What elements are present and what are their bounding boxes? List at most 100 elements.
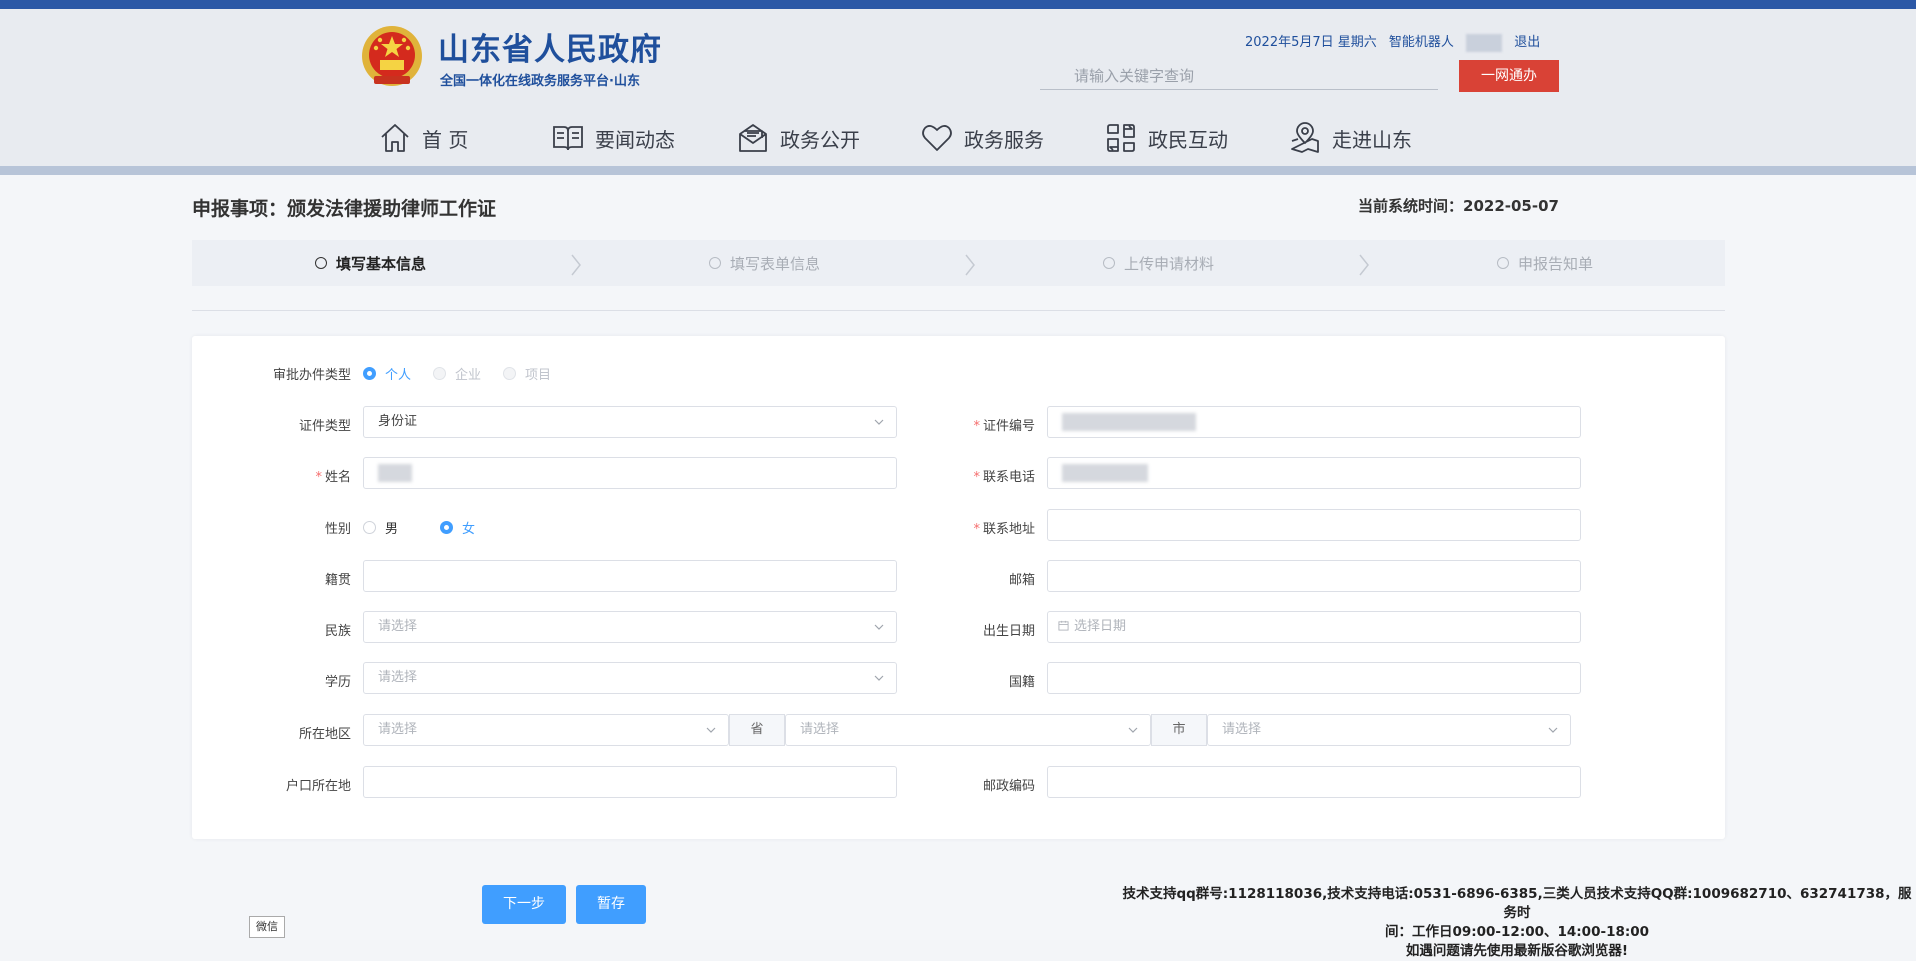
gender-label: 性别 bbox=[324, 522, 351, 537]
radio-dot bbox=[503, 367, 517, 380]
radio-dot bbox=[440, 521, 454, 534]
region-label: 所在地区 bbox=[298, 727, 351, 742]
home-icon bbox=[381, 124, 409, 152]
ethnicity-select[interactable]: 请选择 bbox=[363, 611, 897, 643]
placeholder-text: 请选择 bbox=[378, 619, 418, 634]
user-name-redacted bbox=[1466, 33, 1503, 52]
chevron-down-icon bbox=[874, 624, 884, 630]
id-type-value: 身份证 bbox=[378, 414, 418, 429]
system-time: 当前系统时间：2022-05-07 bbox=[1358, 195, 1559, 216]
address-label: * 联系地址 bbox=[973, 522, 1035, 537]
nav-item-shandong[interactable]: 走进山东 bbox=[1288, 118, 1412, 158]
case-type-radio-group: 个人 企业 项目 bbox=[363, 364, 573, 383]
chevron-right-icon bbox=[1359, 254, 1369, 276]
email-label: 邮箱 bbox=[1008, 573, 1035, 588]
radio-male[interactable]: 男 bbox=[363, 518, 398, 537]
site-subtitle: 全国一体化在线政务服务平台·山东 bbox=[440, 74, 640, 89]
step-upload-materials[interactable]: 上传申请材料 bbox=[1103, 240, 1214, 286]
step-bar: 填写基本信息 填写表单信息 上传申请材料 申报告知单 bbox=[192, 240, 1725, 286]
nav-item-gov-service[interactable]: 政务服务 bbox=[920, 118, 1044, 158]
chevron-right-icon bbox=[965, 254, 975, 276]
placeholder-text: 请选择 bbox=[1222, 722, 1262, 737]
user-bar: 2022年5月7日 星期六 智能机器人 退出 bbox=[1245, 31, 1548, 52]
address-input[interactable] bbox=[1047, 509, 1581, 541]
province-select[interactable]: 请选择 bbox=[363, 714, 729, 746]
chevron-down-icon bbox=[1548, 727, 1558, 733]
chevron-right-icon bbox=[571, 254, 581, 276]
birth-date-label: 出生日期 bbox=[982, 624, 1035, 639]
site-title: 山东省人民政府 bbox=[438, 32, 662, 68]
step-basic-info[interactable]: 填写基本信息 bbox=[315, 240, 426, 286]
phone-label: * 联系电话 bbox=[973, 470, 1035, 485]
heart-icon bbox=[922, 125, 952, 151]
birth-date-picker[interactable]: 选择日期 bbox=[1047, 611, 1581, 643]
yiwang-tongban-button[interactable]: 一网通办 bbox=[1459, 60, 1559, 92]
nationality-input[interactable] bbox=[1047, 662, 1581, 694]
district-select[interactable]: 请选择 bbox=[1207, 714, 1571, 746]
support-line: 技术支持qq群号:1128118036,技术支持电话:0531-6896-638… bbox=[1122, 886, 1912, 921]
system-time-label: 当前系统时间： bbox=[1358, 197, 1464, 215]
nav-label: 政务服务 bbox=[964, 127, 1044, 152]
step-circle-icon bbox=[1497, 257, 1509, 269]
postcode-label: 邮政编码 bbox=[982, 779, 1035, 794]
step-circle-icon bbox=[315, 257, 327, 269]
radio-label: 男 bbox=[385, 522, 399, 537]
step-notice[interactable]: 申报告知单 bbox=[1497, 240, 1593, 286]
city-addon: 市 bbox=[1151, 714, 1207, 746]
user-label: 智能机器人 bbox=[1388, 35, 1454, 50]
chevron-down-icon bbox=[1128, 727, 1138, 733]
radio-project[interactable]: 项目 bbox=[503, 364, 551, 383]
step-form-info[interactable]: 填写表单信息 bbox=[709, 240, 820, 286]
id-number-input[interactable] bbox=[1047, 406, 1581, 438]
radio-personal[interactable]: 个人 bbox=[363, 364, 411, 383]
wechat-tag[interactable]: 微信 bbox=[249, 916, 285, 938]
education-label: 学历 bbox=[324, 675, 351, 690]
apply-item-title: 申报事项：颁发法律援助律师工作证 bbox=[192, 198, 497, 220]
logout-link[interactable]: 退出 bbox=[1514, 31, 1540, 50]
calendar-icon bbox=[1058, 620, 1069, 631]
step-circle-icon bbox=[709, 257, 721, 269]
step-circle-icon bbox=[1103, 257, 1115, 269]
nav-item-gov-open[interactable]: 政务公开 bbox=[736, 118, 860, 158]
radio-female[interactable]: 女 bbox=[440, 518, 475, 537]
gender-radio-group: 男 女 bbox=[363, 518, 497, 537]
exchange-icon bbox=[1107, 124, 1135, 152]
case-type-label: 审批办件类型 bbox=[272, 368, 351, 383]
placeholder-text: 请选择 bbox=[378, 670, 418, 685]
native-place-input[interactable] bbox=[363, 560, 897, 592]
search-input[interactable] bbox=[1040, 62, 1438, 90]
nav-label: 政民互动 bbox=[1148, 127, 1228, 152]
placeholder-text: 请选择 bbox=[800, 722, 840, 737]
email-input[interactable] bbox=[1047, 560, 1581, 592]
header-divider bbox=[0, 166, 1916, 175]
nav-item-home[interactable]: 首 页 bbox=[378, 118, 468, 158]
save-draft-button[interactable]: 暂存 bbox=[576, 885, 646, 924]
education-select[interactable]: 请选择 bbox=[363, 662, 897, 694]
national-emblem-icon bbox=[362, 26, 422, 86]
name-label: * 姓名 bbox=[315, 470, 351, 485]
next-button[interactable]: 下一步 bbox=[482, 885, 566, 924]
nav-item-interaction[interactable]: 政民互动 bbox=[1104, 118, 1228, 158]
nav-item-news[interactable]: 要闻动态 bbox=[551, 118, 675, 158]
step-label: 上传申请材料 bbox=[1124, 254, 1215, 273]
nav-label: 走进山东 bbox=[1332, 127, 1412, 152]
name-input[interactable] bbox=[363, 457, 897, 489]
postcode-input[interactable] bbox=[1047, 766, 1581, 798]
city-select[interactable]: 请选择 bbox=[785, 714, 1151, 746]
radio-enterprise[interactable]: 企业 bbox=[433, 364, 481, 383]
step-label: 申报告知单 bbox=[1518, 254, 1594, 273]
step-label: 填写基本信息 bbox=[336, 254, 427, 273]
chevron-down-icon bbox=[874, 419, 884, 425]
radio-label: 项目 bbox=[525, 368, 552, 383]
phone-input[interactable] bbox=[1047, 457, 1581, 489]
id-number-label: * 证件编号 bbox=[973, 419, 1035, 434]
system-time-value: 2022-05-07 bbox=[1463, 197, 1559, 215]
chevron-down-icon bbox=[874, 675, 884, 681]
household-input[interactable] bbox=[363, 766, 897, 798]
nationality-label: 国籍 bbox=[1008, 675, 1035, 690]
nav-label: 政务公开 bbox=[780, 127, 860, 152]
id-type-select[interactable]: 身份证 bbox=[363, 406, 897, 438]
radio-dot bbox=[433, 367, 447, 380]
divider bbox=[192, 310, 1725, 311]
radio-dot bbox=[363, 367, 376, 380]
